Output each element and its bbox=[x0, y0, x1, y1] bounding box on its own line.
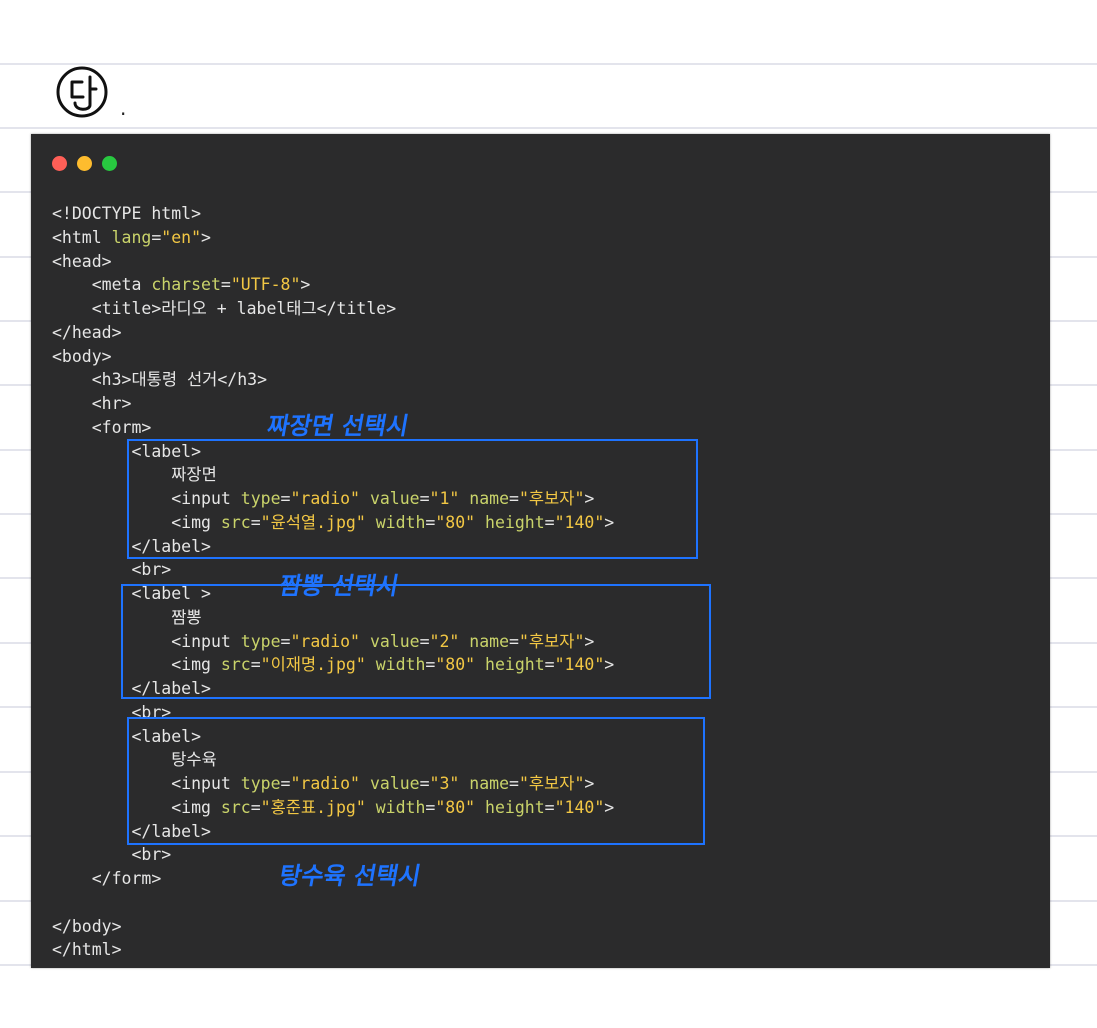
code-token: </title> bbox=[316, 299, 397, 318]
code-token: </body> bbox=[52, 916, 122, 936]
code-token: 라디오 + label태그 bbox=[161, 299, 317, 318]
code-token: lang bbox=[111, 227, 152, 247]
code-token: charset bbox=[151, 275, 221, 295]
code-token: <html bbox=[52, 227, 112, 247]
code-line: <html lang="en"> bbox=[52, 226, 614, 250]
notebook-rule bbox=[0, 127, 1097, 129]
handwritten-answer-mark-icon bbox=[56, 66, 108, 118]
notebook-rule bbox=[0, 63, 1097, 65]
highlight-box-tangsuyuk bbox=[127, 717, 705, 845]
code-token: <br> bbox=[131, 560, 172, 580]
highlight-box-jjamppong bbox=[121, 584, 711, 699]
code-token: </html> bbox=[52, 940, 122, 960]
code-token: <head> bbox=[52, 251, 112, 271]
code-line: <body> bbox=[52, 345, 614, 369]
code-token: "UTF-8" bbox=[230, 275, 301, 295]
annotation-jjajang: 짜장면 선택시 bbox=[265, 412, 411, 440]
code-token: <form> bbox=[91, 417, 152, 437]
answer-period: . bbox=[120, 96, 127, 120]
code-token: <hr> bbox=[91, 394, 132, 413]
code-token: <br> bbox=[131, 845, 172, 865]
highlight-box-jjajang bbox=[127, 439, 698, 559]
code-line: <head> bbox=[52, 250, 614, 274]
code-token: = bbox=[220, 275, 231, 295]
code-token: = bbox=[151, 227, 162, 247]
code-line: <h3>대통령 선거</h3> bbox=[52, 368, 614, 392]
code-token: <body> bbox=[52, 346, 112, 366]
code-line: <meta charset="UTF-8"> bbox=[52, 273, 614, 297]
annotation-jjamppong: 짬뽕 선택시 bbox=[277, 572, 401, 600]
code-token: </h3> bbox=[217, 370, 268, 390]
code-token: "en" bbox=[161, 227, 202, 247]
code-token: <!DOCTYPE html> bbox=[52, 204, 202, 223]
window-close-dot bbox=[52, 156, 67, 171]
code-token: <h3> bbox=[91, 370, 132, 390]
window-zoom-dot bbox=[102, 156, 117, 171]
code-line: <!DOCTYPE html> bbox=[52, 202, 614, 226]
code-token: > bbox=[300, 275, 311, 295]
code-token: </form> bbox=[91, 869, 162, 888]
window-minimize-dot bbox=[77, 156, 92, 171]
code-token: > bbox=[201, 227, 211, 247]
code-line: </html> bbox=[52, 938, 614, 962]
code-token: 대통령 선거 bbox=[131, 370, 218, 390]
code-token: <title> bbox=[91, 299, 162, 318]
code-line: </head> bbox=[52, 321, 614, 345]
code-line: </body> bbox=[52, 915, 614, 939]
code-token: <meta bbox=[91, 275, 152, 295]
code-token: </head> bbox=[52, 322, 122, 342]
code-line: <title>라디오 + label태그</title> bbox=[52, 297, 614, 321]
annotation-tangsuyuk: 탕수육 선택시 bbox=[277, 862, 423, 890]
